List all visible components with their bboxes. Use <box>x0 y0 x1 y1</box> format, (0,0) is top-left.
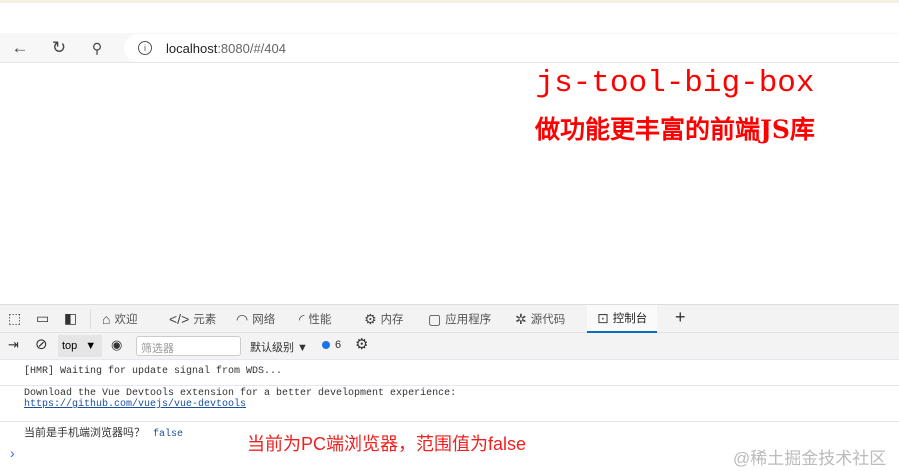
tab-label: 性能 <box>308 314 332 326</box>
tab-label: 源代码 <box>530 314 566 326</box>
app-icon: ▢ <box>428 310 442 327</box>
page-subtitle: 做功能更丰富的前端JS库 <box>535 115 815 144</box>
bug-icon: ✲ <box>515 310 527 327</box>
console-text: [HMR] Waiting for update signal from WDS… <box>24 366 283 377</box>
reload-icon[interactable]: ↻ <box>48 37 70 59</box>
console-text: 当前是手机端浏览器吗？ <box>24 427 145 439</box>
performance-icon: ◜ <box>299 310 305 327</box>
console-text: Download the Vue Devtools extension for … <box>24 388 457 399</box>
annotation-text: 当前为PC端浏览器，范围值为false <box>247 434 527 454</box>
divider <box>90 309 91 329</box>
tab-label: 元素 <box>193 314 217 326</box>
dock-icon[interactable]: ◧ <box>64 310 77 327</box>
url-host: localhost <box>166 40 218 56</box>
tab-application[interactable]: ▢ 应用程序 <box>428 305 491 333</box>
eye-icon[interactable]: ◉ <box>111 337 122 353</box>
tab-label: 内存 <box>380 314 404 326</box>
address-bar[interactable]: i localhost:8080/#/404 <box>124 34 899 62</box>
filter-input[interactable]: 筛选器 <box>136 336 241 356</box>
log-level-select[interactable]: 默认级别 ▼ <box>250 339 308 355</box>
watermark: @稀土掘金技术社区 <box>733 449 887 468</box>
tab-welcome[interactable]: ⌂ 欢迎 <box>102 305 137 333</box>
top-border <box>0 0 899 3</box>
console-icon: ⊡ <box>597 309 609 326</box>
message-icon <box>322 341 330 349</box>
console-toolbar: ⇥ ⊘ top ▼ ◉ 筛选器 默认级别 ▼ 6 ⚙ <box>0 333 899 360</box>
tab-console[interactable]: ⊡ 控制台 <box>587 305 658 333</box>
tab-label: 控制台 <box>612 313 648 325</box>
message-count[interactable]: 6 <box>322 339 341 351</box>
page-title: js-tool-big-box <box>535 66 815 101</box>
tab-memory[interactable]: ⚙ 内存 <box>364 305 404 333</box>
info-icon[interactable]: i <box>138 41 152 55</box>
url-path: :8080/#/404 <box>217 40 286 56</box>
tab-elements[interactable]: </> 元素 <box>169 305 216 333</box>
chip-icon: ⚙ <box>364 310 377 327</box>
tab-sources[interactable]: ✲ 源代码 <box>515 305 565 333</box>
console-line: Download the Vue Devtools extension for … <box>0 388 899 422</box>
context-select[interactable]: top ▼ <box>58 335 102 357</box>
code-icon: </> <box>169 311 190 327</box>
back-icon[interactable]: ← <box>9 37 31 59</box>
tab-network[interactable]: ◠ 网络 <box>236 305 275 333</box>
add-tab-icon[interactable]: + <box>675 307 686 328</box>
wifi-icon: ◠ <box>236 310 249 327</box>
message-count-value: 6 <box>335 339 342 351</box>
console-value: false <box>153 429 184 440</box>
tab-label: 应用程序 <box>445 314 492 326</box>
context-value: top <box>62 340 78 352</box>
tab-label: 欢迎 <box>114 314 138 326</box>
clear-console-icon[interactable]: ⊘ <box>35 335 48 353</box>
console-line: [HMR] Waiting for update signal from WDS… <box>0 366 899 386</box>
tab-label: 网络 <box>252 314 276 326</box>
inspect-icon[interactable]: ⬚ <box>8 310 21 327</box>
sidebar-toggle-icon[interactable]: ⇥ <box>8 337 19 353</box>
console-link[interactable]: https://github.com/vuejs/vue-devtools <box>24 399 899 410</box>
chevron-down-icon: ▼ <box>85 340 97 352</box>
gear-icon[interactable]: ⚙ <box>355 335 368 353</box>
search-icon[interactable]: ⚲ <box>86 37 108 59</box>
browser-nav-bar: ← ↻ ⚲ i localhost:8080/#/404 <box>0 33 899 63</box>
devtools-tab-bar: ⬚ ▭ ◧ ⌂ 欢迎 </> 元素 ◠ 网络 ◜ 性能 ⚙ 内存 ▢ 应用程序 ✲ 源代码 ⊡… <box>0 304 899 333</box>
tab-performance[interactable]: ◜ 性能 <box>299 305 331 333</box>
console-prompt[interactable]: › <box>10 445 15 461</box>
device-icon[interactable]: ▭ <box>36 310 49 327</box>
home-icon: ⌂ <box>102 311 111 327</box>
